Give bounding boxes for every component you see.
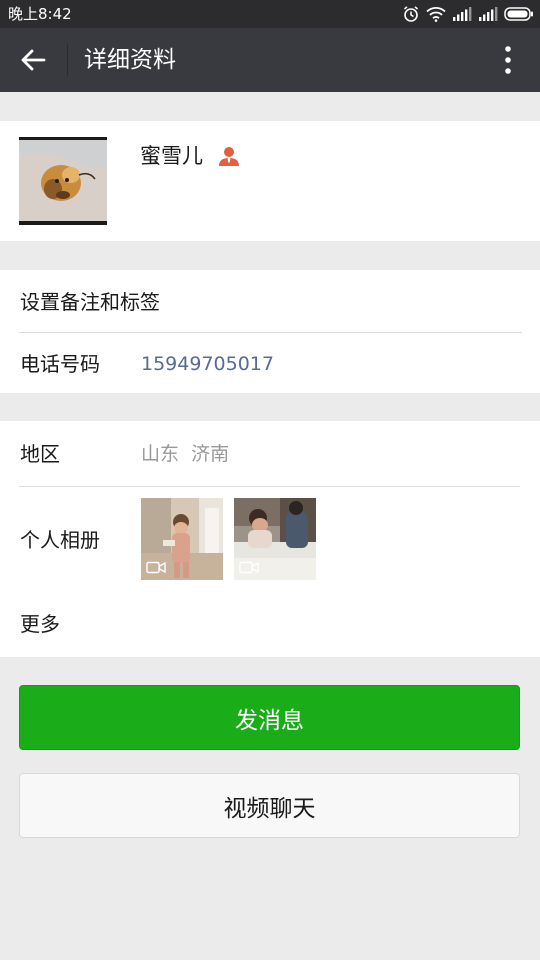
status-bar: 晚上8:42 (0, 0, 540, 28)
album-photo[interactable] (141, 498, 223, 580)
phone-label: 电话号码 (20, 352, 100, 376)
contact-info-section: 设置备注和标签 电话号码 15949705017 (0, 270, 540, 393)
back-button[interactable] (12, 40, 54, 80)
nickname: 蜜雪儿 (140, 144, 203, 168)
signal-icon (453, 7, 472, 21)
profile-card (0, 121, 540, 241)
video-chat-button[interactable]: 视频聊天 (19, 773, 520, 838)
remark-tags-row[interactable]: 设置备注和标签 (20, 290, 160, 314)
video-camera-icon (239, 561, 259, 574)
region-value: 山东 济南 (141, 443, 230, 465)
more-vertical-icon (505, 46, 511, 74)
more-options-button[interactable] (488, 40, 528, 80)
contact-person-icon (219, 147, 239, 166)
page-title: 详细资料 (84, 47, 176, 73)
more-row[interactable]: 更多 (20, 612, 60, 636)
video-camera-icon (146, 561, 166, 574)
album-photo[interactable] (234, 498, 316, 580)
region-label: 地区 (20, 442, 60, 466)
status-icons (402, 4, 534, 24)
signal-icon (479, 7, 498, 21)
alarm-icon (403, 6, 419, 22)
divider (19, 332, 522, 333)
avatar-image (19, 137, 107, 225)
send-message-button[interactable]: 发消息 (19, 685, 520, 750)
battery-icon (504, 7, 533, 21)
back-arrow-icon (21, 49, 46, 71)
avatar[interactable] (19, 137, 107, 225)
divider (19, 486, 520, 487)
app-bar: 详细资料 (0, 28, 540, 92)
wifi-icon (426, 7, 446, 22)
app-bar-divider (67, 44, 68, 76)
phone-number-link[interactable]: 15949705017 (141, 352, 274, 376)
status-time: 晚上8:42 (8, 5, 72, 23)
album-label[interactable]: 个人相册 (20, 528, 100, 552)
